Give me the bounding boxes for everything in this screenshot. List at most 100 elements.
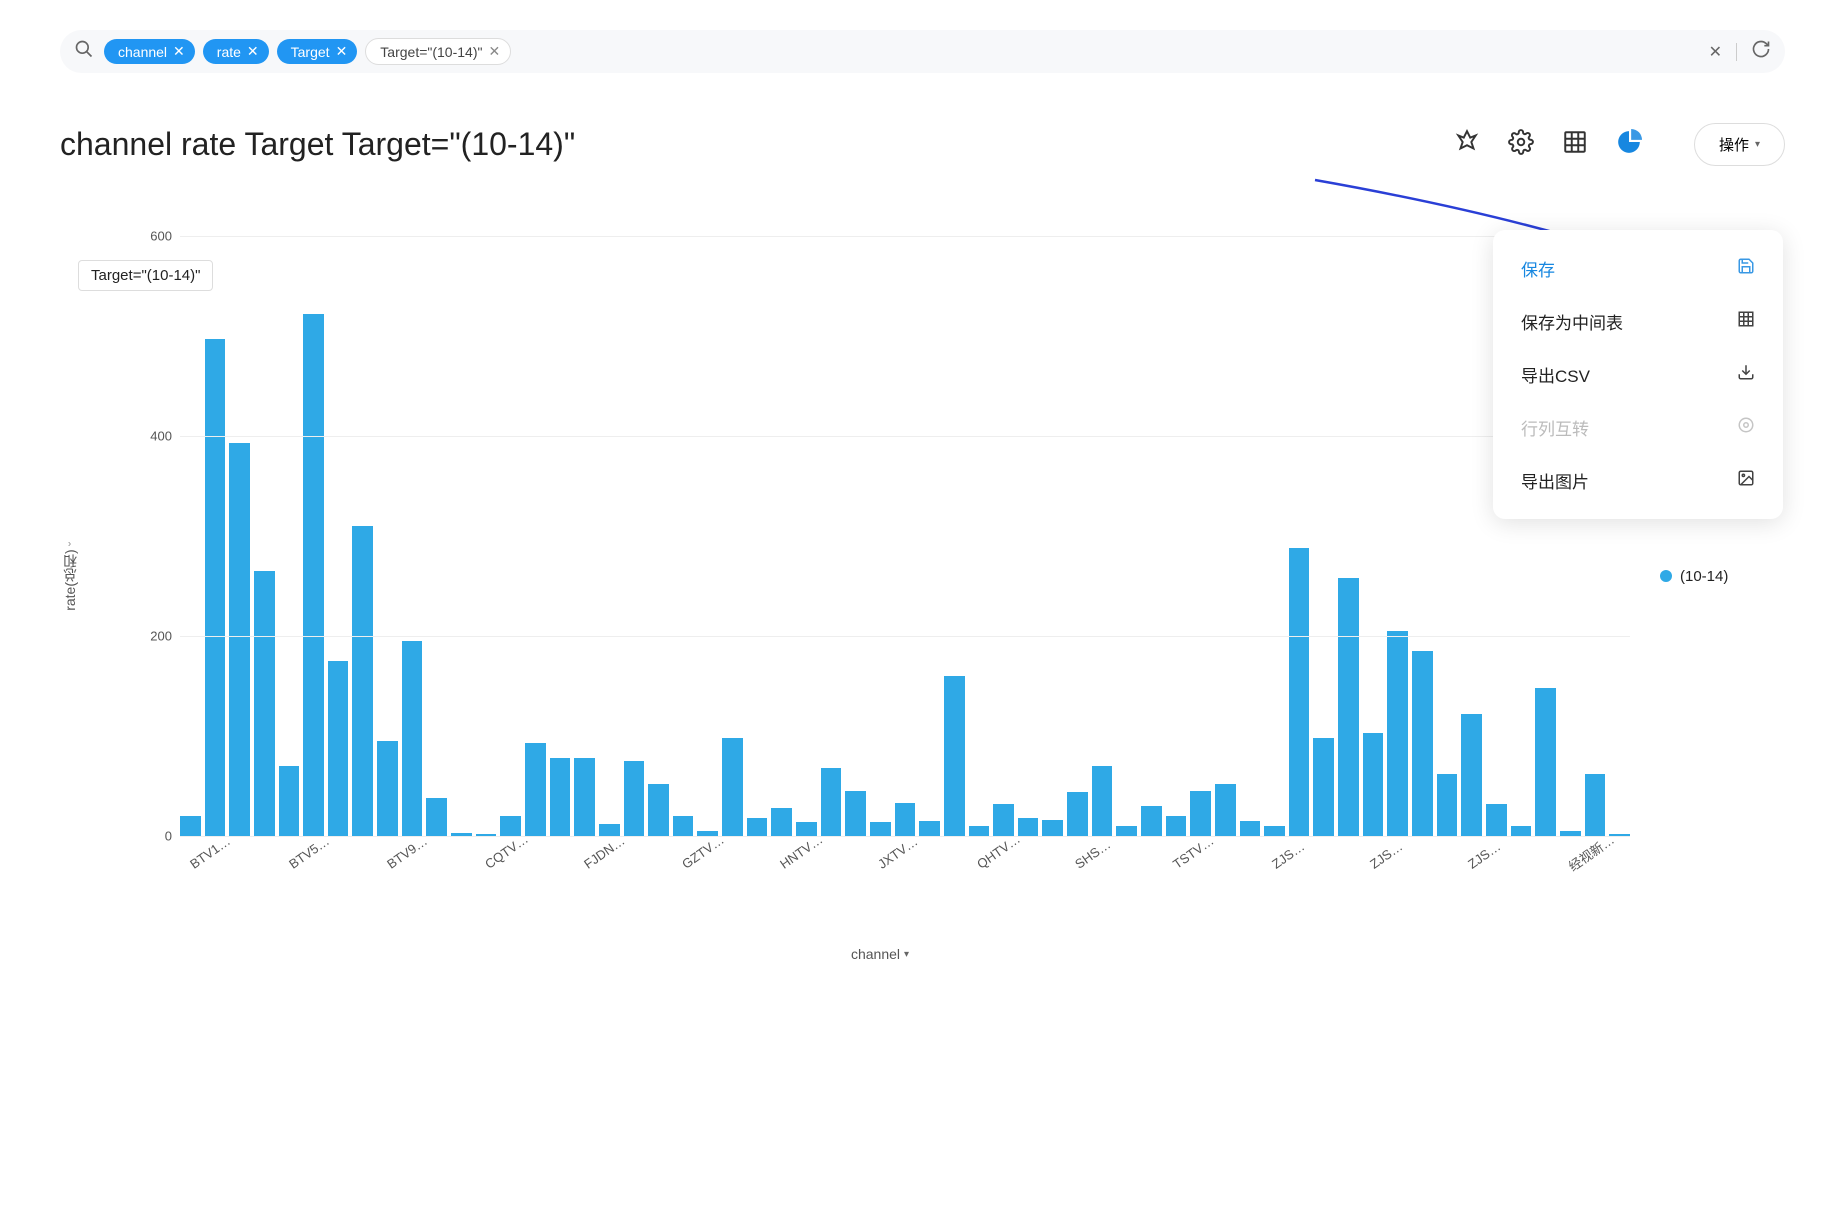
chip-target-filter[interactable]: Target="(10-14)" ✕	[365, 38, 511, 65]
dropdown-item-save-intermediate[interactable]: 保存为中间表	[1493, 295, 1783, 348]
bar[interactable]	[279, 766, 300, 836]
bar[interactable]	[870, 822, 891, 836]
dropdown-item-export-image[interactable]: 导出图片	[1493, 454, 1783, 507]
bar[interactable]	[969, 826, 990, 836]
gear-icon[interactable]	[1508, 129, 1534, 160]
bar[interactable]	[426, 798, 447, 836]
bar[interactable]	[1240, 821, 1261, 836]
bar[interactable]	[1190, 791, 1211, 836]
search-bar: channel ✕ rate ✕ Target ✕ Target="(10-14…	[60, 30, 1785, 73]
x-tick: ZJS…	[1261, 846, 1286, 956]
bar[interactable]	[328, 661, 349, 836]
chart-icon[interactable]	[1616, 129, 1642, 160]
x-tick: 经视新…	[1556, 846, 1581, 956]
bar[interactable]	[771, 808, 792, 836]
bar[interactable]	[1535, 688, 1556, 836]
bar[interactable]	[895, 803, 916, 836]
bar[interactable]	[1313, 738, 1334, 836]
pin-icon[interactable]	[1454, 129, 1480, 160]
x-tick	[598, 846, 623, 956]
dropdown-item-save[interactable]: 保存	[1493, 242, 1783, 295]
action-button[interactable]: 操作 ▾	[1694, 123, 1785, 166]
bar[interactable]	[845, 791, 866, 836]
legend-label: (10-14)	[1680, 568, 1728, 585]
bar[interactable]	[1166, 816, 1187, 836]
bar[interactable]	[648, 784, 669, 836]
x-tick	[844, 846, 869, 956]
y-axis-label[interactable]: rate(总和) ›	[60, 542, 80, 611]
chip-rate[interactable]: rate ✕	[203, 39, 269, 64]
gridline	[180, 236, 1630, 237]
bar[interactable]	[1461, 714, 1482, 836]
dropdown-item-export-csv[interactable]: 导出CSV	[1493, 348, 1783, 401]
bar[interactable]	[1215, 784, 1236, 836]
bar[interactable]	[624, 761, 645, 836]
dd-label: 保存为中间表	[1521, 309, 1623, 334]
bar[interactable]	[1412, 651, 1433, 836]
close-icon[interactable]: ✕	[247, 43, 259, 60]
clear-icon[interactable]: ✕	[1709, 42, 1722, 62]
chip-target[interactable]: Target ✕	[277, 39, 358, 64]
legend[interactable]: (10-14)	[1660, 568, 1728, 585]
bar[interactable]	[229, 443, 250, 836]
bar[interactable]	[1018, 818, 1039, 836]
chip-label: channel	[118, 44, 167, 60]
x-tick: ZJS…	[1360, 846, 1385, 956]
bar[interactable]	[993, 804, 1014, 836]
x-tick	[1212, 846, 1237, 956]
x-tick: CQTV…	[475, 846, 500, 956]
x-tick: BTV5…	[278, 846, 303, 956]
refresh-icon[interactable]	[1751, 39, 1771, 64]
bar[interactable]	[1042, 820, 1063, 836]
close-icon[interactable]: ✕	[488, 43, 500, 60]
bar[interactable]	[1141, 806, 1162, 836]
x-tick: BTV1…	[180, 846, 205, 956]
x-tick	[819, 846, 844, 956]
gridline	[180, 436, 1630, 437]
bar[interactable]	[1092, 766, 1113, 836]
x-tick: FJDN…	[573, 846, 598, 956]
bar[interactable]	[1387, 631, 1408, 836]
bar[interactable]	[1289, 548, 1310, 836]
x-tick	[401, 846, 426, 956]
bar[interactable]	[1585, 774, 1606, 836]
bar[interactable]	[1116, 826, 1137, 836]
bar[interactable]	[1511, 826, 1532, 836]
bar[interactable]	[205, 339, 226, 836]
bar[interactable]	[673, 816, 694, 836]
bar[interactable]	[1486, 804, 1507, 836]
x-tick	[1433, 846, 1458, 956]
bar[interactable]	[821, 768, 842, 836]
y-tick: 0	[136, 829, 172, 844]
bar[interactable]	[944, 676, 965, 836]
bar[interactable]	[1363, 733, 1384, 836]
bar[interactable]	[1264, 826, 1285, 836]
x-tick	[1286, 846, 1311, 956]
x-tick	[1384, 846, 1409, 956]
bar[interactable]	[1437, 774, 1458, 836]
bar[interactable]	[919, 821, 940, 836]
bar[interactable]	[303, 314, 324, 836]
bar[interactable]	[747, 818, 768, 836]
bar[interactable]	[550, 758, 571, 836]
x-axis-label[interactable]: channel ▾	[851, 946, 909, 962]
bar[interactable]	[574, 758, 595, 836]
bar[interactable]	[1338, 578, 1359, 836]
bar[interactable]	[180, 816, 201, 836]
close-icon[interactable]: ✕	[336, 43, 348, 60]
header-row: channel rate Target Target="(10-14)" 操作 …	[60, 123, 1785, 166]
x-tick	[721, 846, 746, 956]
bar[interactable]	[377, 741, 398, 836]
close-icon[interactable]: ✕	[173, 43, 185, 60]
table-icon[interactable]	[1562, 129, 1588, 160]
bar[interactable]	[1067, 792, 1088, 836]
bar[interactable]	[722, 738, 743, 836]
chip-channel[interactable]: channel ✕	[104, 39, 195, 64]
bar[interactable]	[402, 641, 423, 836]
bar[interactable]	[352, 526, 373, 836]
x-tick	[352, 846, 377, 956]
bar[interactable]	[254, 571, 275, 836]
x-tick	[1532, 846, 1557, 956]
bar[interactable]	[525, 743, 546, 836]
divider	[1736, 43, 1737, 61]
